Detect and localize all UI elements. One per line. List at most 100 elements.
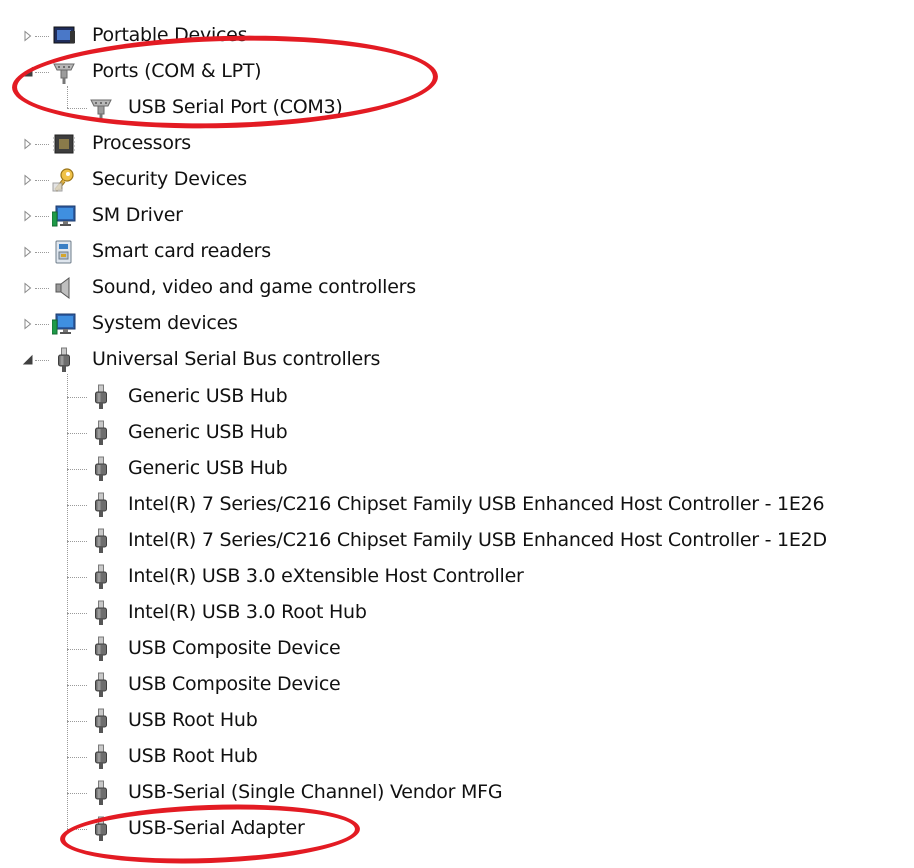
tree-connector-line: [35, 180, 49, 182]
usb-plug-icon: [89, 708, 113, 734]
tree-device-row[interactable]: USB Composite Device: [0, 631, 914, 667]
tree-category-row[interactable]: SM Driver: [0, 198, 914, 234]
usb-plug-icon: [89, 564, 113, 590]
tree-category-row[interactable]: Smart card readers: [0, 234, 914, 270]
tree-category-label: SM Driver: [92, 204, 183, 227]
tree-device-row[interactable]: Intel(R) 7 Series/C216 Chipset Family US…: [0, 523, 914, 559]
tree-device-row[interactable]: Intel(R) USB 3.0 Root Hub: [0, 595, 914, 631]
tree-category-label: System devices: [92, 312, 238, 335]
tree-device-row[interactable]: Intel(R) USB 3.0 eXtensible Host Control…: [0, 559, 914, 595]
expanded-arrow-icon[interactable]: [22, 354, 34, 366]
collapsed-arrow-icon[interactable]: [22, 138, 34, 150]
tree-connector-line: [35, 36, 49, 37]
tree-connector-line: [67, 576, 87, 578]
collapsed-arrow-icon[interactable]: [22, 282, 34, 294]
tree-category-row[interactable]: Processors: [0, 126, 914, 162]
port-connector-icon: [52, 59, 76, 85]
tree-category-row[interactable]: Portable Devices: [0, 18, 914, 54]
tree-device-label: Generic USB Hub: [128, 420, 288, 443]
tree-device-label: Generic USB Hub: [128, 384, 288, 407]
tree-connector-line: [35, 72, 49, 74]
collapsed-arrow-icon[interactable]: [22, 246, 34, 258]
usb-plug-icon: [89, 816, 113, 842]
port-connector-icon: [89, 95, 113, 121]
tree-device-label: USB Serial Port (COM3): [128, 96, 343, 119]
processor-chip-icon: [52, 131, 76, 157]
tree-device-row[interactable]: Generic USB Hub: [0, 415, 914, 451]
tree-connector-line: [67, 612, 87, 614]
usb-plug-icon: [89, 636, 113, 662]
tree-connector-line: [67, 374, 68, 830]
tree-category-row[interactable]: Sound, video and game controllers: [0, 270, 914, 306]
key-icon: [52, 167, 76, 193]
tree-device-label: Generic USB Hub: [128, 456, 288, 479]
usb-plug-icon: [89, 672, 113, 698]
tree-connector-line: [67, 829, 87, 831]
collapsed-arrow-icon[interactable]: [22, 210, 34, 222]
tree-category-label: Smart card readers: [92, 240, 271, 263]
tree-connector-line: [35, 360, 49, 362]
tree-category-row[interactable]: Security Devices: [0, 162, 914, 198]
tree-connector-line: [67, 108, 87, 110]
tree-connector-line: [67, 504, 87, 506]
expanded-arrow-icon[interactable]: [22, 66, 34, 78]
tree-category-label: Processors: [92, 132, 191, 155]
usb-plug-icon: [89, 780, 113, 806]
collapsed-arrow-icon[interactable]: [22, 318, 34, 330]
usb-plug-icon: [89, 528, 113, 554]
tree-device-label: USB Composite Device: [128, 636, 341, 659]
portable-devices-icon: [52, 23, 76, 49]
tree-device-row[interactable]: Generic USB Hub: [0, 379, 914, 415]
usb-plug-icon: [52, 347, 76, 373]
usb-plug-icon: [89, 492, 113, 518]
speaker-icon: [52, 275, 76, 301]
device-tree: Portable Devices Ports (COM & LPT) USB S…: [0, 0, 914, 860]
tree-device-row[interactable]: Intel(R) 7 Series/C216 Chipset Family US…: [0, 487, 914, 523]
tree-device-label: USB Root Hub: [128, 708, 258, 731]
tree-category-label: Ports (COM & LPT): [92, 60, 262, 83]
tree-device-row[interactable]: USB Serial Port (COM3): [0, 90, 914, 126]
collapsed-arrow-icon[interactable]: [22, 30, 34, 42]
tree-category-row[interactable]: System devices: [0, 306, 914, 342]
tree-connector-line: [67, 684, 87, 686]
tree-connector-line: [35, 252, 49, 254]
tree-device-row[interactable]: USB-Serial Adapter: [0, 811, 914, 847]
tree-category-row[interactable]: Ports (COM & LPT): [0, 54, 914, 90]
usb-plug-icon: [89, 384, 113, 410]
tree-connector-line: [35, 216, 49, 218]
tree-device-label: Intel(R) USB 3.0 Root Hub: [128, 600, 367, 623]
collapsed-arrow-icon[interactable]: [22, 174, 34, 186]
tree-connector-line: [67, 648, 87, 650]
tree-device-row[interactable]: USB Root Hub: [0, 739, 914, 775]
tree-connector-line: [67, 396, 87, 398]
tree-device-label: USB-Serial Adapter: [128, 817, 305, 840]
tree-connector-line: [67, 432, 87, 434]
tree-device-row[interactable]: USB-Serial (Single Channel) Vendor MFG: [0, 775, 914, 811]
tree-category-label: Universal Serial Bus controllers: [92, 348, 381, 371]
tree-device-label: Intel(R) 7 Series/C216 Chipset Family US…: [128, 492, 825, 515]
tree-device-row[interactable]: USB Composite Device: [0, 667, 914, 703]
tree-connector-line: [35, 144, 49, 146]
tree-connector-line: [67, 793, 87, 795]
smart-card-reader-icon: [52, 239, 76, 265]
tree-device-label: Intel(R) 7 Series/C216 Chipset Family US…: [128, 528, 827, 551]
usb-plug-icon: [89, 420, 113, 446]
tree-connector-line: [67, 468, 87, 470]
tree-connector-line: [35, 288, 49, 290]
usb-plug-icon: [89, 600, 113, 626]
computer-monitor-icon: [52, 203, 76, 229]
tree-category-label: Portable Devices: [92, 24, 248, 46]
tree-device-label: USB Root Hub: [128, 745, 258, 767]
tree-device-label: USB Composite Device: [128, 672, 341, 695]
tree-connector-line: [67, 720, 87, 722]
usb-plug-icon: [89, 456, 113, 482]
tree-connector-line: [67, 86, 68, 109]
tree-connector-line: [35, 324, 49, 326]
tree-device-row[interactable]: USB Root Hub: [0, 703, 914, 739]
computer-monitor-icon: [52, 311, 76, 337]
tree-connector-line: [67, 757, 87, 758]
tree-device-row[interactable]: Generic USB Hub: [0, 451, 914, 487]
tree-connector-line: [67, 540, 87, 542]
tree-category-label: Sound, video and game controllers: [92, 276, 416, 299]
tree-category-row[interactable]: Universal Serial Bus controllers: [0, 342, 914, 378]
